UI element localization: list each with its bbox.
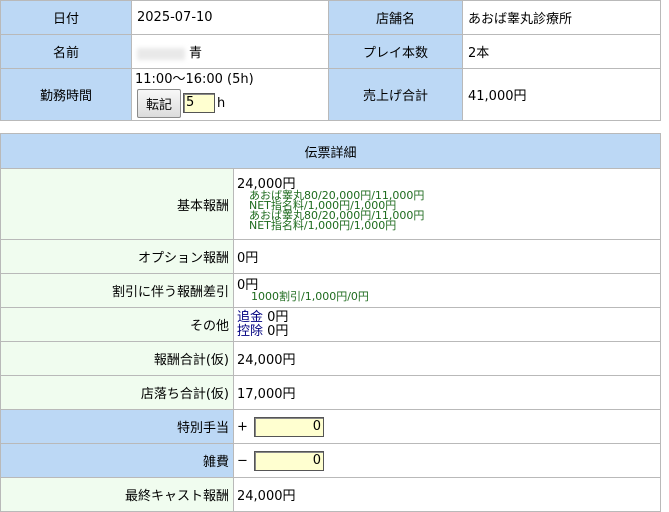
transfer-button[interactable]: 転記: [137, 88, 182, 118]
sales-total-label: 売上げ合計: [328, 68, 463, 121]
special-allowance-sign: +: [237, 419, 248, 434]
hours-unit: h: [217, 95, 226, 111]
store-drop-total-value: 17,000円: [232, 375, 662, 410]
play-count-value: 2本: [462, 34, 661, 69]
name-cell: 青: [131, 34, 329, 69]
store-value: あおば睾丸診療所: [462, 0, 661, 35]
work-hours-label: 勤務時間: [0, 68, 132, 121]
basic-reward-cell: 24,000円 あおば睾丸80/20,000円/11,000円 NET指名料/1…: [232, 168, 662, 240]
staff-info-table: 日付 2025-07-10 店舗名 あおば睾丸診療所 名前 青 プレイ本数 2本…: [0, 0, 661, 121]
final-cast-reward-value: 24,000円: [232, 477, 662, 512]
additional-payment-label: 追金: [237, 309, 264, 325]
store-drop-total-label: 店落ち合計(仮): [0, 375, 234, 410]
blurred-name: [137, 47, 185, 60]
work-time-text: 11:00～16:00 (5h): [135, 71, 254, 87]
special-allowance-cell: + 0: [232, 409, 662, 444]
additional-payment-value: 0円: [267, 309, 289, 325]
deduction-value: 0円: [267, 323, 289, 339]
date-label: 日付: [0, 0, 132, 35]
misc-expense-sign: −: [237, 453, 248, 468]
discount-deduction-label: 割引に伴う報酬差引: [0, 273, 234, 308]
discount-item: 1000割引/1,000円/0円: [251, 290, 369, 303]
slip-detail-table: 伝票詳細 基本報酬 24,000円 あおば睾丸80/20,000円/11,000…: [0, 133, 662, 512]
deduction-label: 控除: [237, 323, 264, 339]
name-label: 名前: [0, 34, 132, 69]
date-value: 2025-07-10: [131, 0, 329, 35]
special-allowance-input[interactable]: 0: [254, 416, 325, 437]
reward-total-value: 24,000円: [232, 341, 662, 376]
final-cast-reward-label: 最終キャスト報酬: [0, 477, 234, 512]
name-value: 青: [189, 46, 203, 61]
store-label: 店舗名: [328, 0, 463, 35]
misc-expense-input[interactable]: 0: [254, 450, 325, 471]
option-reward-value: 0円: [232, 239, 662, 274]
discount-deduction-cell: 0円 1000割引/1,000円/0円: [232, 273, 662, 308]
slip-detail-header: 伝票詳細: [0, 133, 662, 169]
misc-expense-label: 雑費: [0, 443, 234, 478]
special-allowance-label: 特別手当: [0, 409, 234, 444]
work-hours-cell: 11:00～16:00 (5h) 転記 5 h: [131, 68, 329, 121]
other-label: その他: [0, 307, 234, 342]
other-cell: 追金 0円 控除 0円: [232, 307, 662, 342]
hours-input[interactable]: 5: [183, 93, 216, 113]
misc-expense-cell: − 0: [232, 443, 662, 478]
sales-total-value: 41,000円: [462, 68, 661, 121]
reward-total-label: 報酬合計(仮): [0, 341, 234, 376]
basic-reward-item: NET指名料/1,000円/1,000円: [249, 218, 397, 232]
basic-reward-label: 基本報酬: [0, 168, 234, 240]
play-count-label: プレイ本数: [328, 34, 463, 69]
option-reward-label: オプション報酬: [0, 239, 234, 274]
